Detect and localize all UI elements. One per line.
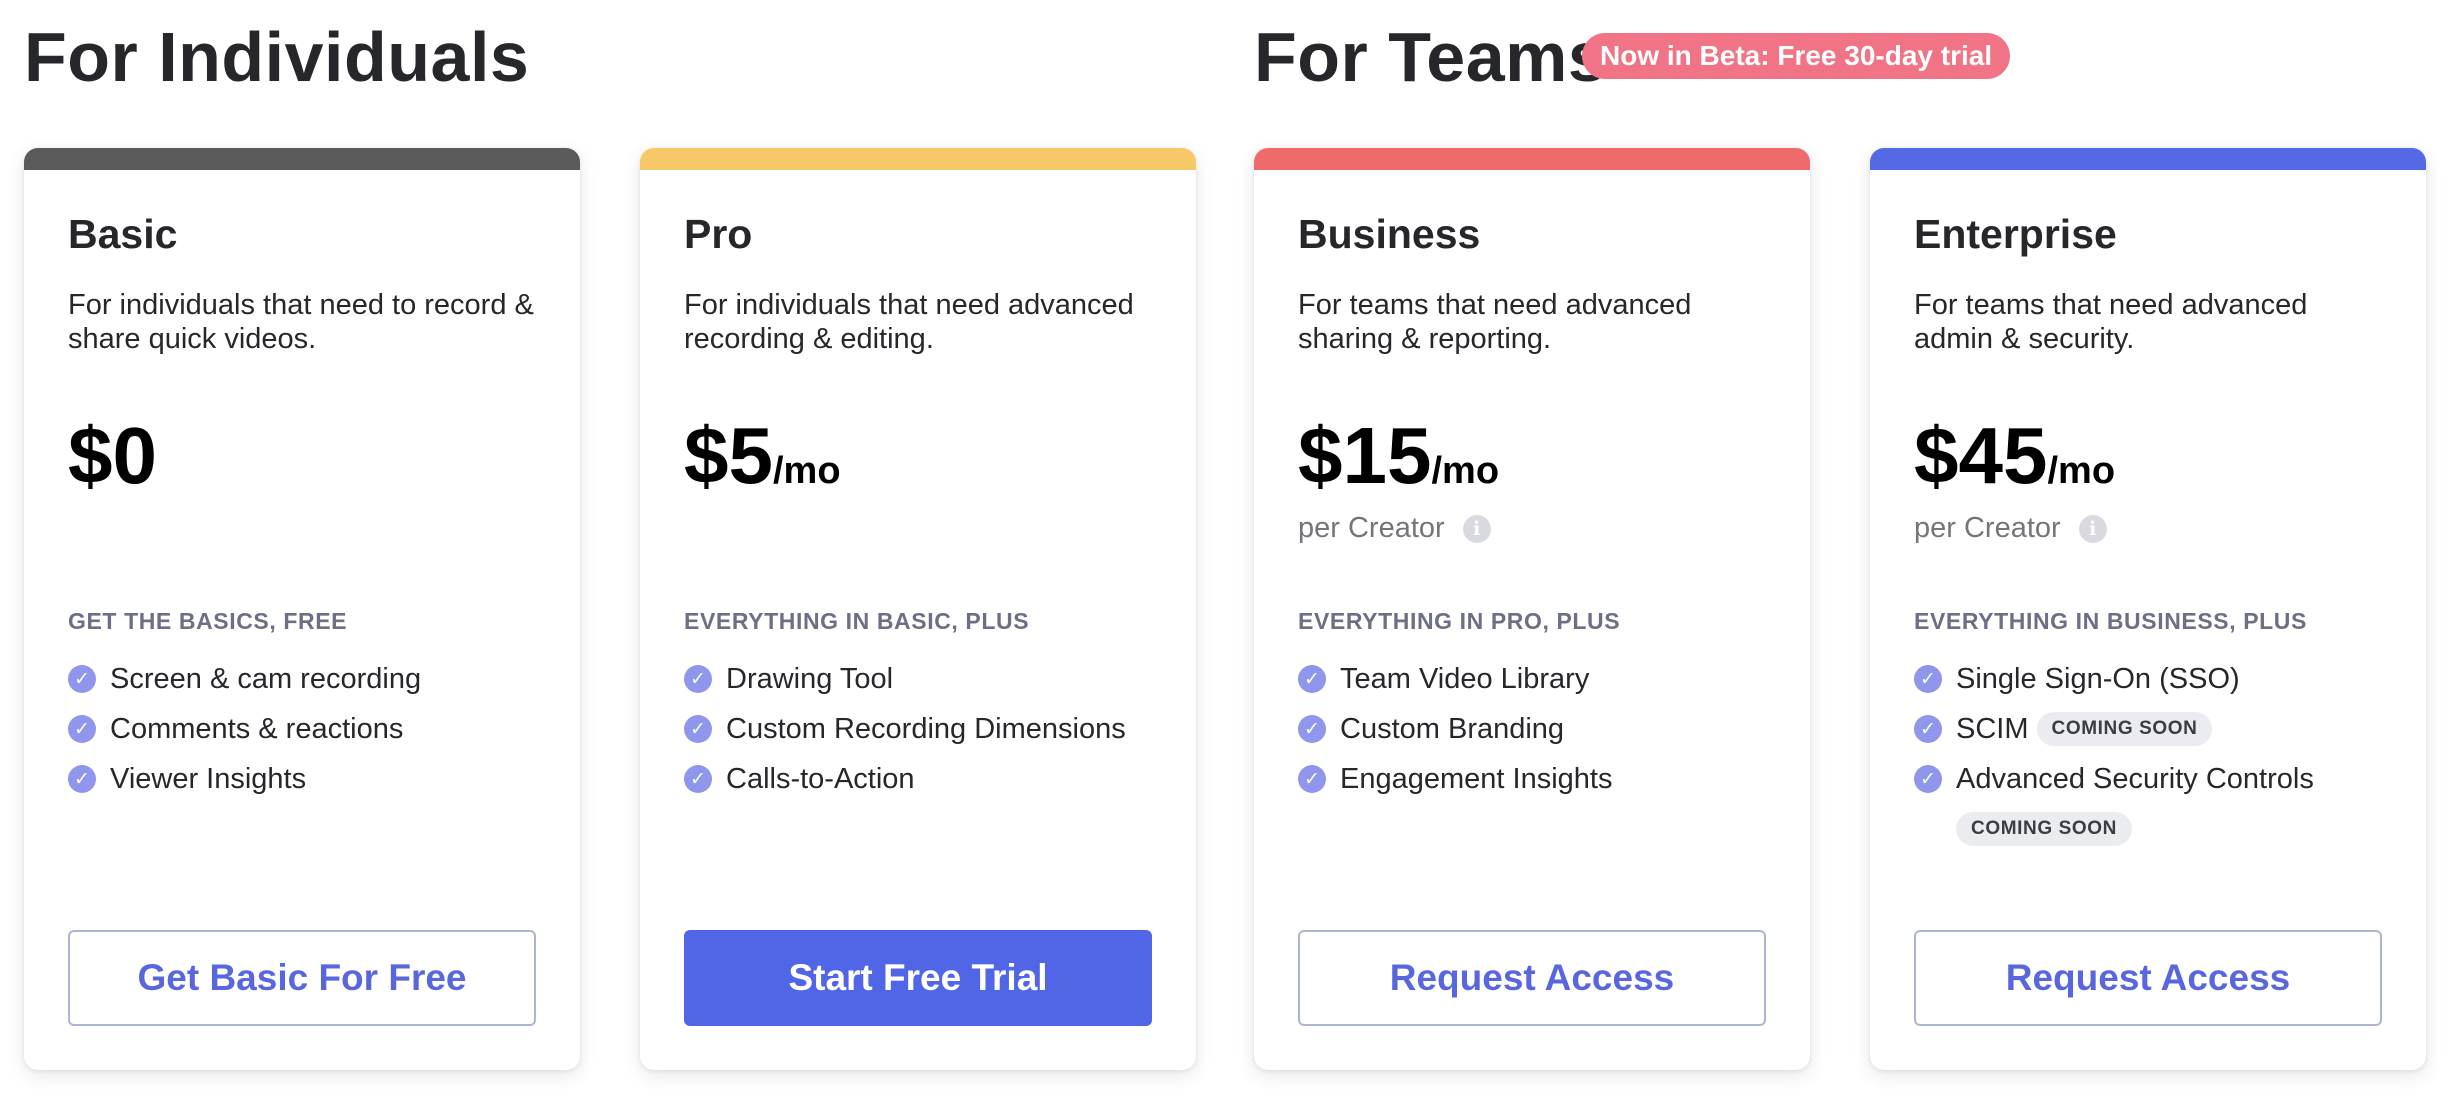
check-icon: ✓ [1298, 715, 1326, 743]
feature-item: ✓ Viewer Insights [68, 754, 568, 804]
check-icon: ✓ [1298, 665, 1326, 693]
feature-item: ✓ Single Sign-On (SSO) [1914, 654, 2414, 704]
check-icon: ✓ [1298, 765, 1326, 793]
feature-label: Viewer Insights [110, 763, 307, 795]
check-icon: ✓ [1914, 665, 1942, 693]
feature-label: Drawing Tool [726, 663, 894, 695]
plan-price: $0 [68, 406, 157, 506]
plan-name: Enterprise [1914, 211, 2117, 257]
features-heading: EVERYTHING IN BUSINESS, PLUS [1914, 608, 2307, 634]
feature-label: SCIM [1956, 713, 2029, 745]
plan-description: For teams that need advanced admin & sec… [1914, 289, 2308, 355]
coming-soon-badge: COMING SOON [1956, 812, 2132, 846]
plan-card-pro: Pro For individuals that need advanced r… [640, 148, 1196, 1070]
feature-list: ✓ Screen & cam recording ✓ Comments & reac… [68, 654, 568, 804]
plan-color-strip [24, 148, 580, 170]
info-icon[interactable]: i [2078, 515, 2107, 543]
request-access-button[interactable]: Request Access [1298, 930, 1766, 1026]
feature-label: Custom Branding [1340, 713, 1565, 745]
feature-label: Comments & reactions [110, 713, 404, 745]
price-note-label: per Creator [1298, 512, 1445, 544]
plan-card-enterprise: Enterprise For teams that need advanced … [1870, 148, 2426, 1070]
feature-label: Screen & cam recording [110, 663, 422, 695]
feature-label: Team Video Library [1340, 663, 1590, 695]
feature-label: Calls-to-Action [726, 763, 915, 795]
pricing-page: For Individuals For Teams Now in Beta: F… [0, 0, 2456, 1096]
plan-price: $15/mo [1298, 406, 1499, 506]
check-icon: ✓ [1914, 765, 1942, 793]
price-amount: $5 [684, 411, 773, 500]
check-icon: ✓ [68, 665, 96, 693]
get-basic-button[interactable]: Get Basic For Free [68, 930, 536, 1026]
check-icon: ✓ [1914, 715, 1942, 743]
plan-name: Basic [68, 211, 178, 257]
plan-card-business: Business For teams that need advanced sh… [1254, 148, 1810, 1070]
features-heading: GET THE BASICS, FREE [68, 608, 348, 634]
plan-color-strip [1254, 148, 1810, 170]
feature-item: ✓ Screen & cam recording [68, 654, 568, 704]
feature-list: ✓ Single Sign-On (SSO) ✓ SCIM COMING SOON ✓… [1914, 654, 2414, 854]
price-amount: $0 [68, 411, 157, 500]
feature-item: ✓ Calls-to-Action [684, 754, 1184, 804]
plan-color-strip [1870, 148, 2426, 170]
price-period: /mo [772, 450, 841, 492]
features-heading: EVERYTHING IN PRO, PLUS [1298, 608, 1621, 634]
price-note: per Creator i [1914, 508, 2107, 548]
feature-item: ✓ Engagement Insights [1298, 754, 1798, 804]
teams-heading: For Teams [1254, 18, 1608, 96]
price-period: /mo [2047, 450, 2116, 492]
feature-item: ✓ Team Video Library [1298, 654, 1798, 704]
features-heading: EVERYTHING IN BASIC, PLUS [684, 608, 1030, 634]
plan-card-basic: Basic For individuals that need to recor… [24, 148, 580, 1070]
check-icon: ✓ [684, 715, 712, 743]
feature-label: Custom Recording Dimensions [726, 713, 1126, 745]
price-amount: $15 [1298, 411, 1432, 500]
request-access-button[interactable]: Request Access [1914, 930, 2382, 1026]
feature-label: Single Sign-On (SSO) [1956, 663, 2240, 695]
beta-trial-badge: Now in Beta: Free 30-day trial [1582, 33, 2011, 79]
plan-color-strip [640, 148, 1196, 170]
check-icon: ✓ [68, 715, 96, 743]
plan-description: For individuals that need to record & sh… [68, 289, 534, 355]
price-amount: $45 [1914, 411, 2048, 500]
feature-item: ✓ SCIM COMING SOON [1914, 704, 2414, 754]
check-icon: ✓ [68, 765, 96, 793]
plan-description: For individuals that need advanced recor… [684, 289, 1134, 355]
price-period: /mo [1431, 450, 1500, 492]
plan-price: $45/mo [1914, 406, 2115, 506]
feature-item: ✓ Drawing Tool [684, 654, 1184, 704]
info-icon[interactable]: i [1462, 515, 1491, 543]
plan-name: Business [1298, 211, 1481, 257]
feature-item: ✓ Custom Branding [1298, 704, 1798, 754]
individuals-heading: For Individuals [24, 18, 530, 96]
plan-description: For teams that need advanced sharing & r… [1298, 289, 1692, 355]
start-free-trial-button[interactable]: Start Free Trial [684, 930, 1152, 1026]
plan-name: Pro [684, 211, 753, 257]
feature-item: ✓ Advanced Security Controls COMING SOON [1914, 754, 2414, 854]
price-note: per Creator i [1298, 508, 1491, 548]
feature-item: ✓ Comments & reactions [68, 704, 568, 754]
check-icon: ✓ [684, 765, 712, 793]
price-note-label: per Creator [1914, 512, 2061, 544]
feature-list: ✓ Drawing Tool ✓ Custom Recording Dimensio… [684, 654, 1184, 804]
feature-label: Engagement Insights [1340, 763, 1613, 795]
check-icon: ✓ [684, 665, 712, 693]
feature-item: ✓ Custom Recording Dimensions [684, 704, 1184, 754]
plan-price: $5/mo [684, 406, 841, 506]
coming-soon-badge: COMING SOON [2036, 712, 2213, 746]
feature-label: Advanced Security Controls [1956, 763, 2314, 795]
feature-list: ✓ Team Video Library ✓ Custom Branding ✓ En… [1298, 654, 1798, 804]
